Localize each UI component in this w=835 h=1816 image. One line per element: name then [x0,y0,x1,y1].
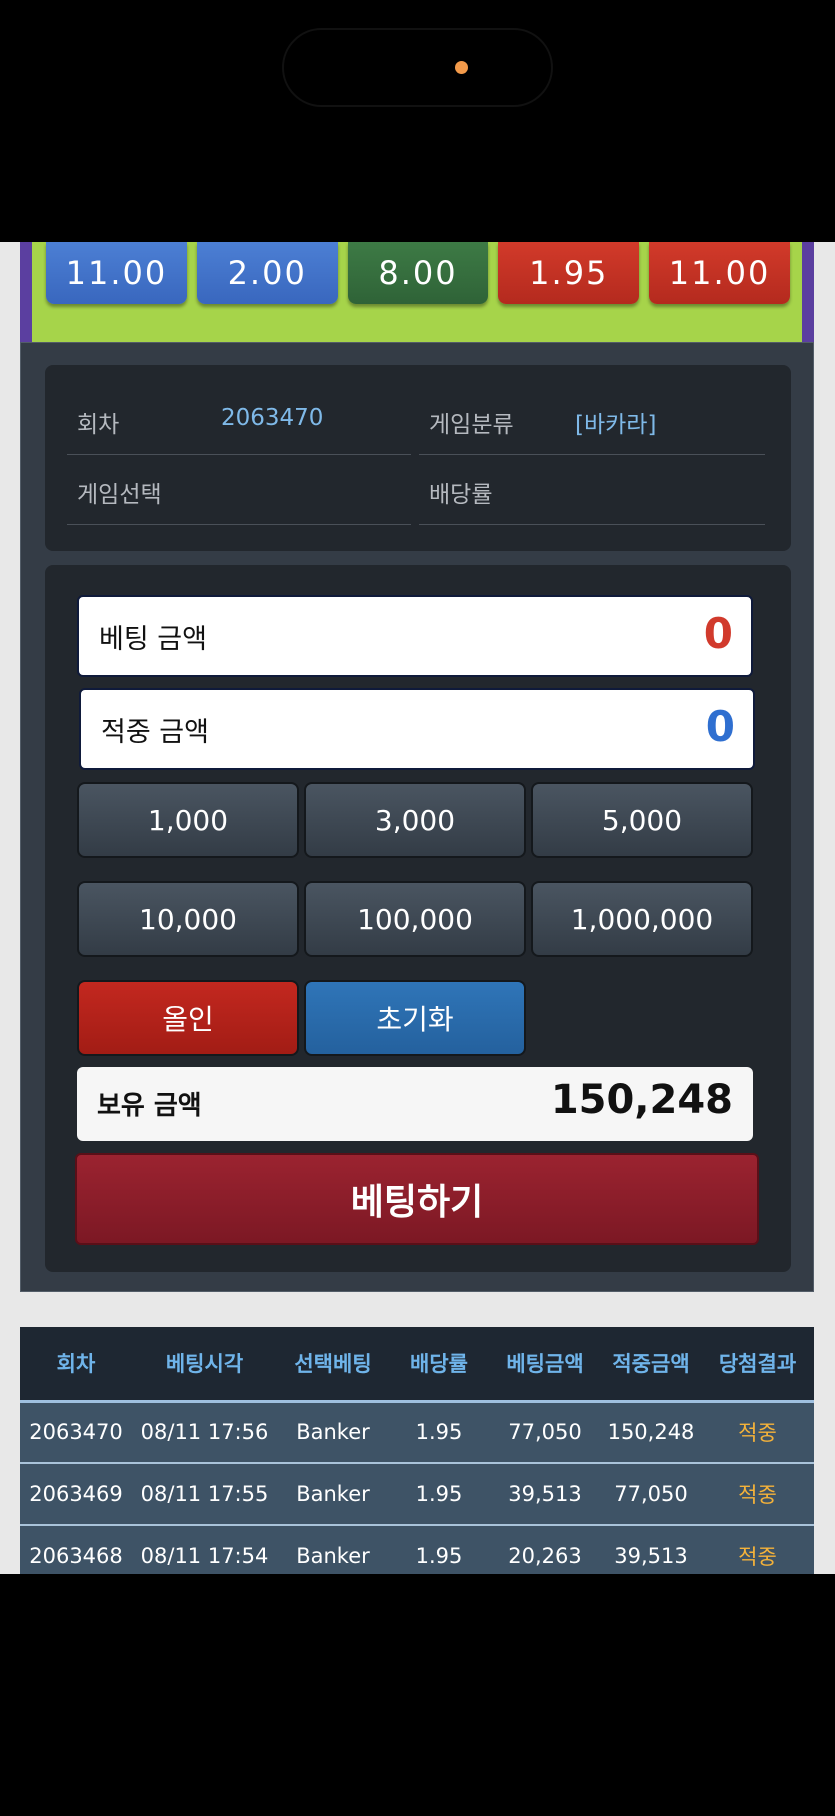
cell-bet-time: 08/11 17:56 [132,1401,277,1464]
col-header-round: 회차 [20,1327,132,1403]
cell-bet-time: 08/11 17:54 [132,1525,277,1574]
game-info-card: 회차 2063470 게임분류 [바카라] 게임선택 배당률 [45,365,791,551]
all-in-button[interactable]: 올인 [77,980,299,1056]
cell-bet-time: 08/11 17:55 [132,1463,277,1526]
cell-odds: 1.95 [389,1401,489,1464]
cell-win-amount: 150,248 [601,1401,701,1464]
category-value: [바카라] [575,412,657,438]
chip-100000-button[interactable]: 100,000 [304,881,526,957]
bet-amount-value: 0 [703,609,733,658]
cell-odds: 1.95 [389,1525,489,1574]
chip-1000000-button[interactable]: 1,000,000 [531,881,753,957]
win-amount-label: 적중 금액 [101,717,209,748]
col-header-selection: 선택베팅 [277,1327,389,1403]
cell-win-amount: 77,050 [601,1463,701,1526]
cell-bet-amount: 39,513 [489,1463,601,1526]
navigation-area [0,1574,835,1816]
holding-amount-value: 150,248 [550,1077,733,1123]
cell-selection: Banker [277,1463,389,1526]
bet-amount-label: 베팅 금액 [99,624,207,655]
bet-history-table: 회차 베팅시각 선택베팅 배당률 베팅금액 적중금액 당첨결과 2063470 … [20,1327,814,1574]
cell-odds: 1.95 [389,1463,489,1526]
chip-3000-button[interactable]: 3,000 [304,782,526,858]
win-amount-box: 적중 금액 0 [79,688,755,770]
cell-selection: Banker [277,1401,389,1464]
table-row[interactable]: 2063469 08/11 17:55 Banker 1.95 39,513 7… [20,1463,814,1526]
round-cell: 회차 2063470 [67,387,411,455]
cell-bet-amount: 77,050 [489,1401,601,1464]
chip-1000-button[interactable]: 1,000 [77,782,299,858]
col-header-win-amount: 적중금액 [601,1327,701,1403]
cell-result: 적중 [701,1525,814,1574]
camera-indicator-dot [455,61,468,74]
category-cell: 게임분류 [바카라] [419,387,765,455]
category-label: 게임분류 [429,412,514,438]
cell-round: 2063470 [20,1401,132,1464]
odds-button-player[interactable]: 2.00 [196,242,338,304]
holding-amount-box: 보유 금액 150,248 [77,1067,753,1141]
chip-10000-button[interactable]: 10,000 [77,881,299,957]
round-label: 회차 [77,412,120,438]
odds-label: 배당률 [429,482,493,508]
col-header-bet-amount: 베팅금액 [489,1327,601,1403]
col-header-result: 당첨결과 [701,1327,814,1403]
reset-button[interactable]: 초기화 [304,980,526,1056]
cell-round: 2063468 [20,1525,132,1574]
holding-amount-label: 보유 금액 [97,1091,202,1121]
win-amount-value: 0 [705,702,735,751]
odds-button-banker-pair[interactable]: 11.00 [649,242,790,304]
col-header-bet-time: 베팅시각 [132,1327,277,1403]
odds-cell: 배당률 [419,457,765,525]
cell-selection: Banker [277,1525,389,1574]
odds-button-tie[interactable]: 8.00 [347,242,489,304]
cell-bet-amount: 20,263 [489,1525,601,1574]
odds-row: 11.00 2.00 8.00 1.95 11.00 [46,242,790,304]
table-header-row: 회차 베팅시각 선택베팅 배당률 베팅금액 적중금액 당첨결과 [20,1327,814,1403]
camera-cutout [282,28,553,107]
game-select-cell: 게임선택 [67,457,411,525]
cell-round: 2063469 [20,1463,132,1526]
bet-amount-box[interactable]: 베팅 금액 0 [77,595,753,677]
cell-result: 적중 [701,1401,814,1464]
round-value: 2063470 [221,405,324,431]
odds-button-banker[interactable]: 1.95 [498,242,640,304]
game-select-label: 게임선택 [77,482,162,508]
cell-result: 적중 [701,1463,814,1526]
col-header-odds: 배당률 [389,1327,489,1403]
bet-card: 베팅 금액 0 적중 금액 0 1,000 3,000 5,000 10,000… [45,565,791,1272]
odds-button-player-pair[interactable]: 11.00 [46,242,187,304]
betting-panel: 회차 2063470 게임분류 [바카라] 게임선택 배당률 베팅 금액 0 적… [20,342,814,1292]
table-row[interactable]: 2063468 08/11 17:54 Banker 1.95 20,263 3… [20,1525,814,1574]
place-bet-button[interactable]: 베팅하기 [75,1153,759,1245]
cell-win-amount: 39,513 [601,1525,701,1574]
chip-5000-button[interactable]: 5,000 [531,782,753,858]
table-row[interactable]: 2063470 08/11 17:56 Banker 1.95 77,050 1… [20,1401,814,1464]
app-screen: 11.00 2.00 8.00 1.95 11.00 회차 2063470 게임… [0,242,835,1574]
